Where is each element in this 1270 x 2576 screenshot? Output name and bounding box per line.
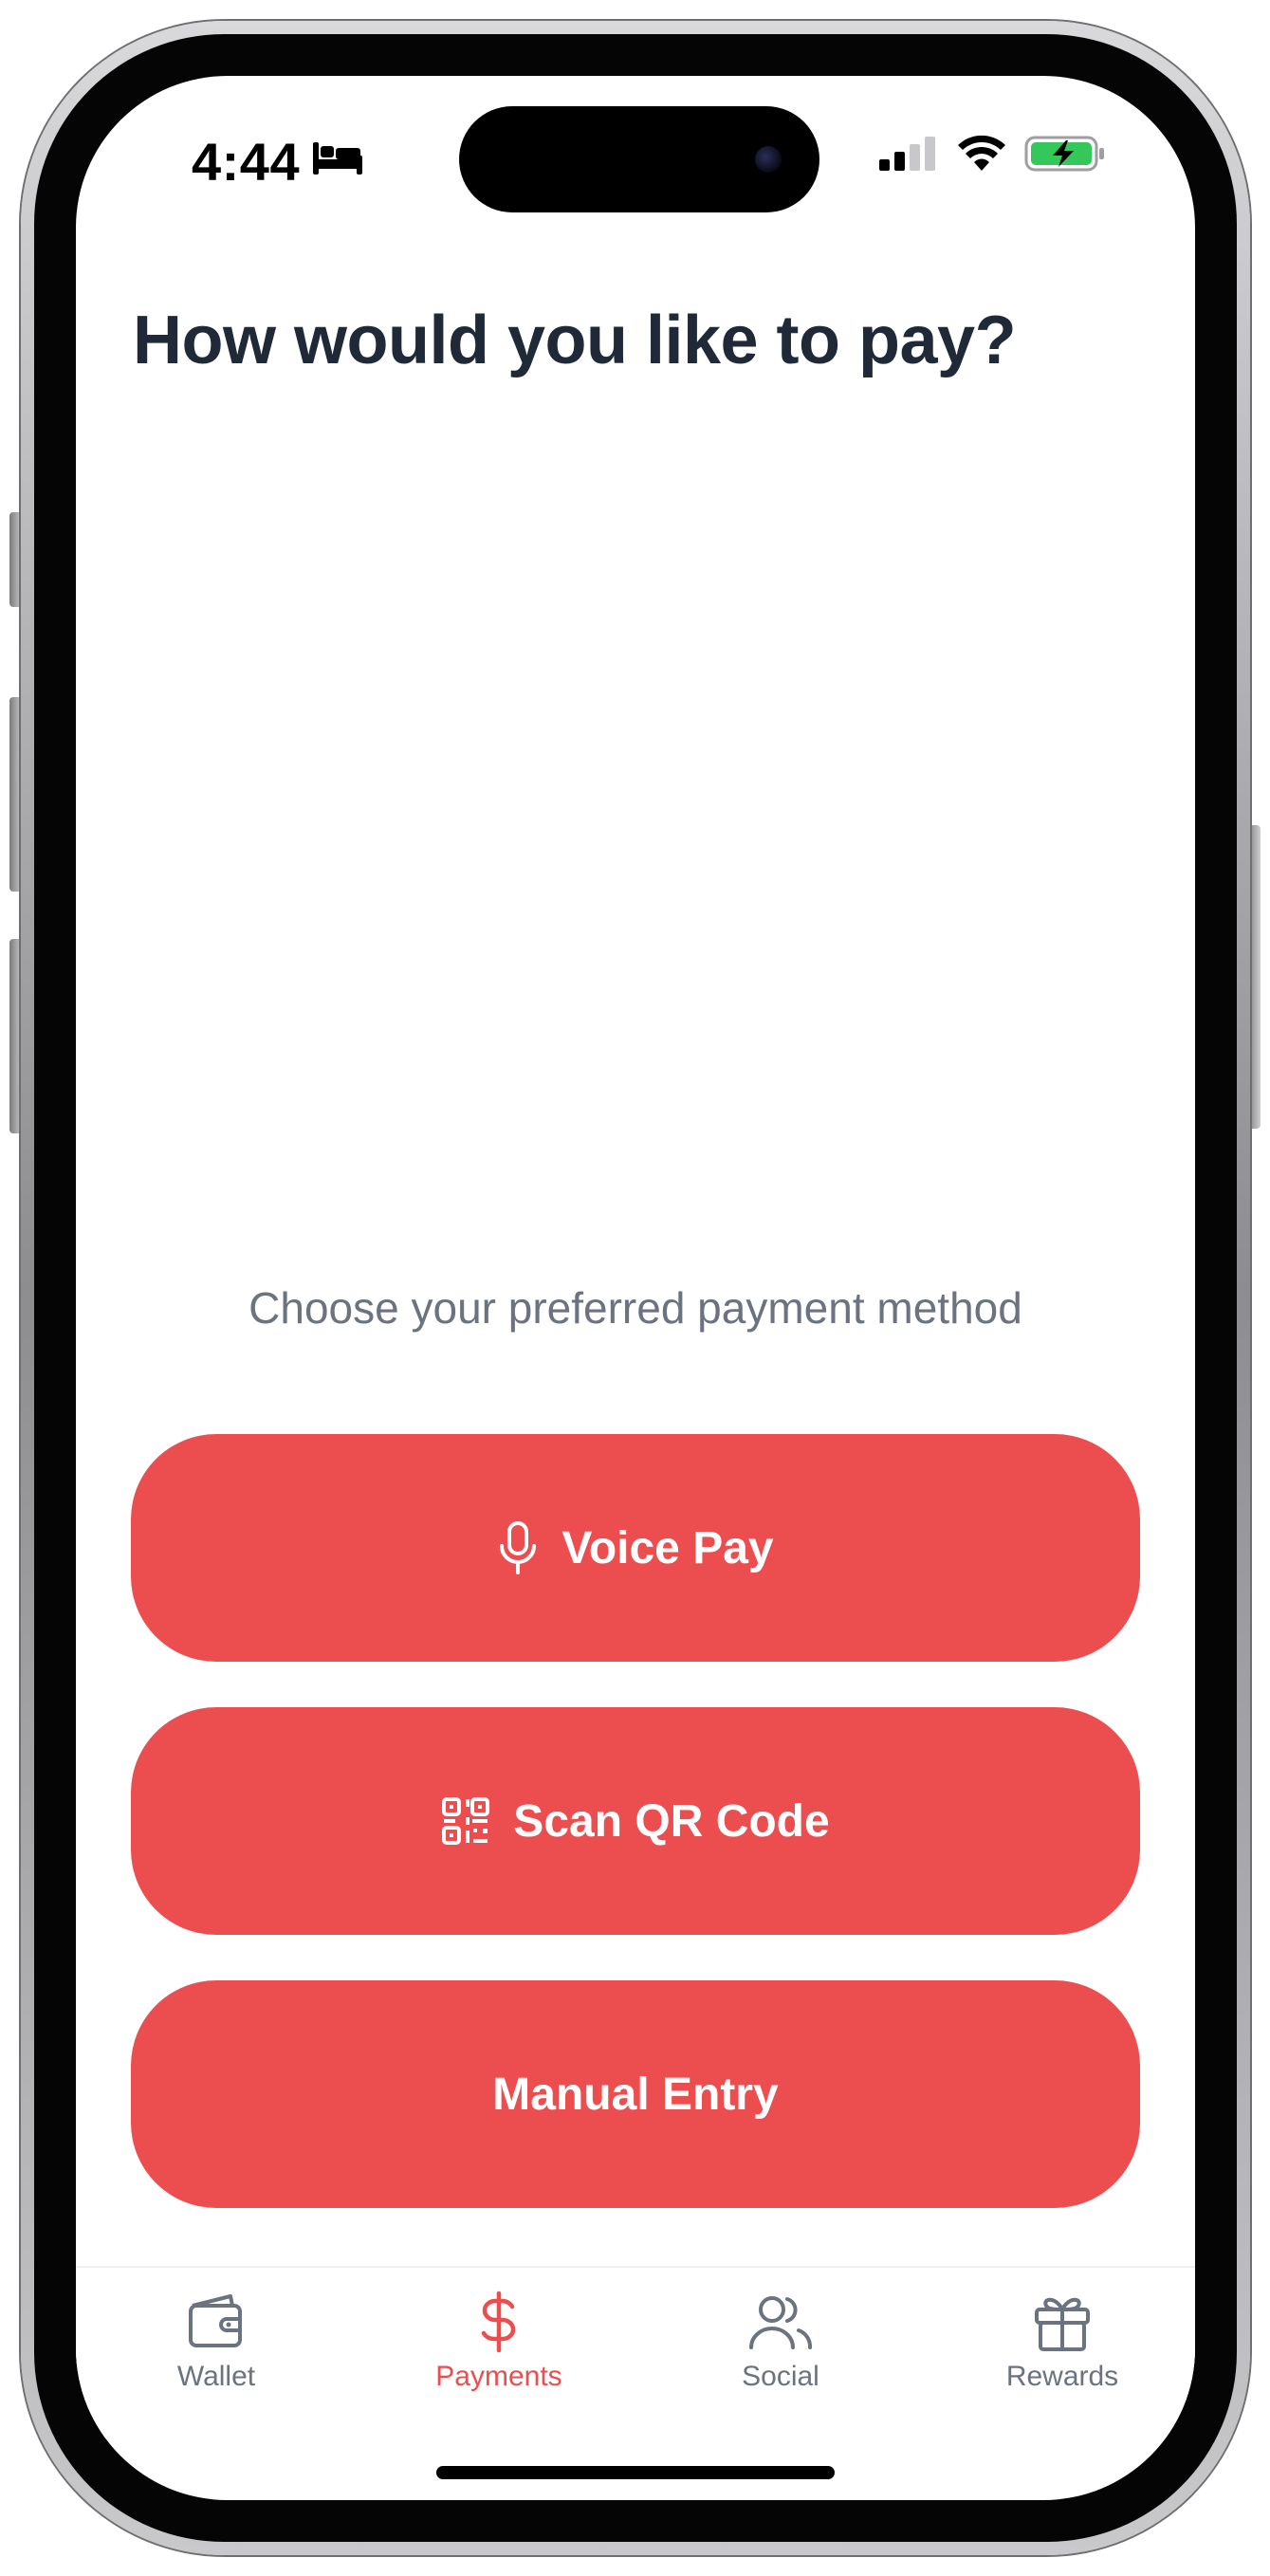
signal-icon (879, 137, 935, 171)
qr-code-icon (442, 1797, 490, 1845)
page-title: How would you like to pay? (133, 303, 1017, 378)
bed-icon (313, 142, 362, 175)
status-time: 4:44 (192, 132, 301, 192)
dollar-icon (481, 2291, 516, 2353)
tab-bar: Wallet Payments Social Rewards (76, 2266, 1195, 2438)
screen: 4:44 How would you like to pay? Choose y… (76, 76, 1195, 2500)
tab-payments[interactable]: Payments (404, 2291, 594, 2393)
wifi-icon (958, 135, 1005, 171)
tab-social[interactable]: Social (686, 2291, 875, 2393)
scan-qr-code-button[interactable]: Scan QR Code (131, 1707, 1140, 1935)
voice-pay-button[interactable]: Voice Pay (131, 1434, 1140, 1662)
tab-social-label: Social (742, 2361, 819, 2392)
scan-qr-code-label: Scan QR Code (513, 1795, 830, 1847)
dynamic-island (459, 106, 819, 212)
battery-charging-icon (1024, 136, 1104, 172)
tab-payments-label: Payments (435, 2361, 562, 2392)
tab-wallet-label: Wallet (176, 2361, 256, 2392)
gift-icon (1035, 2297, 1090, 2351)
tab-rewards[interactable]: Rewards (967, 2291, 1157, 2393)
device-frame: 4:44 How would you like to pay? Choose y… (0, 0, 1270, 2576)
camera-icon (755, 146, 782, 173)
wallet-icon (189, 2294, 242, 2347)
users-icon (749, 2296, 812, 2349)
manual-entry-button[interactable]: Manual Entry (131, 1980, 1140, 2208)
subtitle: Choose your preferred payment method (248, 1283, 1022, 1333)
microphone-icon (500, 1521, 537, 1574)
tab-wallet[interactable]: Wallet (121, 2291, 311, 2393)
home-indicator[interactable] (436, 2466, 835, 2479)
manual-entry-label: Manual Entry (492, 2069, 779, 2120)
voice-pay-label: Voice Pay (561, 1522, 774, 1573)
tab-rewards-label: Rewards (1005, 2361, 1119, 2392)
